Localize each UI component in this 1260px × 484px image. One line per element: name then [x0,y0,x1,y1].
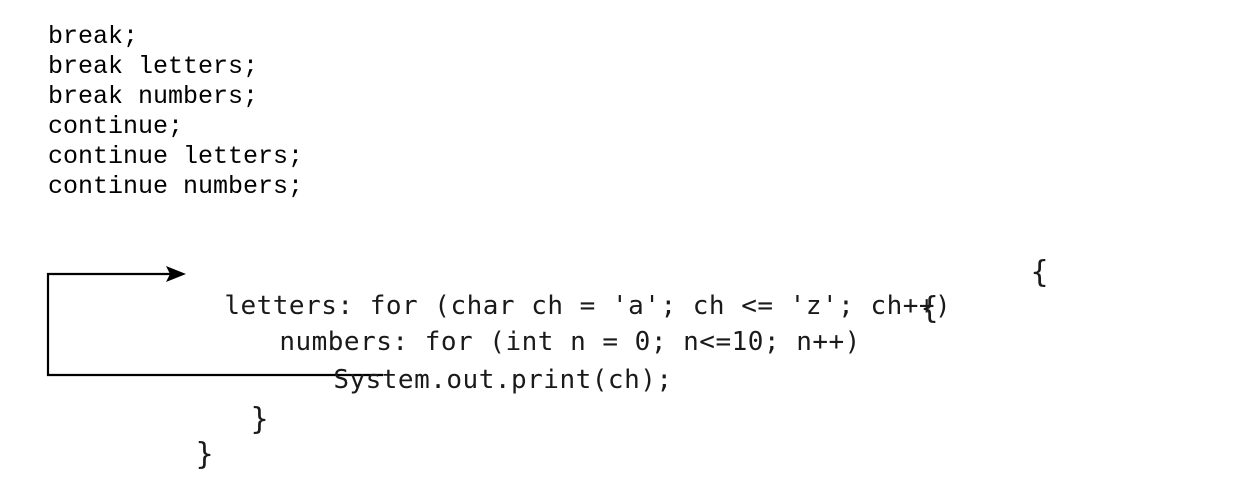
inner-loop-open-brace: { [920,291,940,326]
jump-arrow-diagram [46,266,383,377]
outer-loop-close-brace: } [195,437,215,472]
inner-loop-close-brace: } [250,402,270,437]
loop-body-line: System.out.print(ch); [301,332,673,396]
loop-body-statement: System.out.print(ch); [333,365,673,395]
outer-loop-open-brace: { [1030,255,1050,290]
